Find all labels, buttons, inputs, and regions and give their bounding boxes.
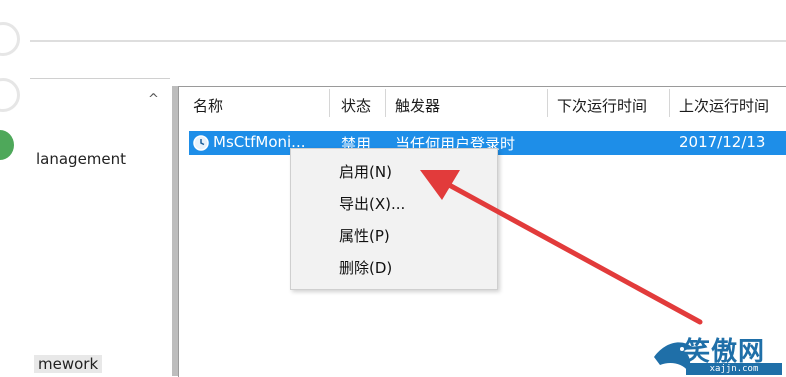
watermark-subtitle: xajjn.com	[686, 363, 782, 375]
annotation-arrow-icon	[420, 170, 703, 325]
